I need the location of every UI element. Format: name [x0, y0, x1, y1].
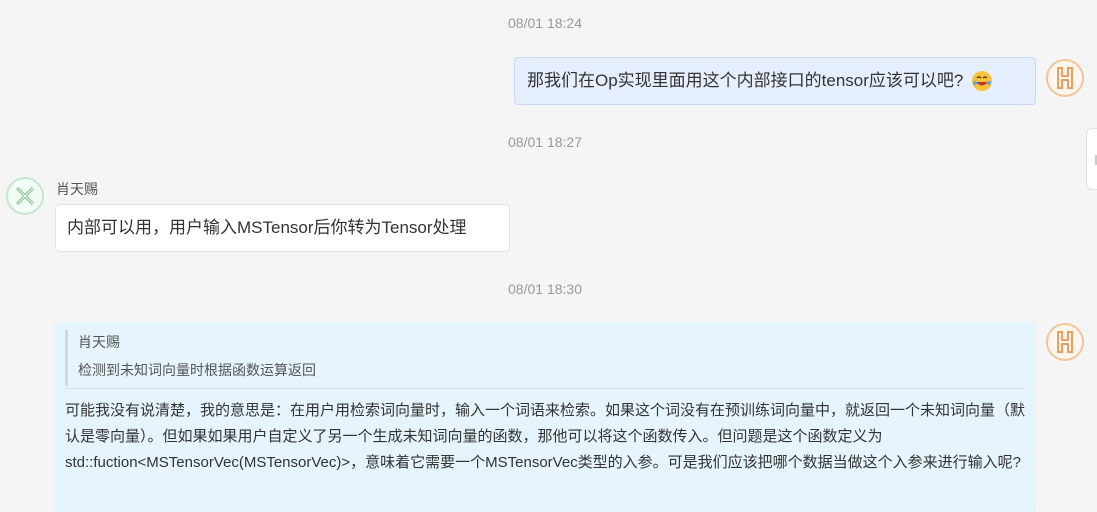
self-avatar[interactable] — [1046, 59, 1084, 97]
sender-name: 肖天赐 — [56, 181, 98, 197]
message-timestamp: 08/01 18:24 — [508, 15, 582, 31]
self-avatar-letter-icon — [1057, 331, 1073, 353]
message-text: 那我们在Op实现里面用这个内部接口的tensor应该可以吧? — [527, 71, 964, 90]
self-avatar-letter-icon — [1057, 67, 1073, 89]
message-text: 可能我没有说清楚，我的意思是：在用户用检索词向量时，输入一个词语来检索。如果这个… — [65, 402, 1026, 471]
self-avatar[interactable] — [1046, 323, 1084, 361]
incoming-message-bubble[interactable]: 内部可以用，用户输入MSTensor后你转为Tensor处理 — [55, 204, 510, 252]
quoted-message[interactable]: 肖天赐 检测到未知词向量时根据函数运算返回 — [65, 330, 1025, 386]
quote-divider — [65, 388, 1025, 389]
outgoing-reply-bubble[interactable]: 肖天赐 检测到未知词向量时根据函数运算返回 可能我没有说清楚，我的意思是：在用户… — [53, 322, 1036, 512]
message-timestamp: 08/01 18:27 — [508, 134, 582, 150]
contact-avatar-letter-icon — [15, 186, 35, 206]
quoted-sender-name: 肖天赐 — [78, 334, 120, 350]
contact-avatar[interactable] — [6, 177, 44, 215]
outgoing-message-bubble[interactable]: 那我们在Op实现里面用这个内部接口的tensor应该可以吧? — [514, 57, 1036, 105]
message-text: 内部可以用，用户输入MSTensor后你转为Tensor处理 — [67, 218, 467, 237]
quoted-text: 检测到未知词向量时根据函数运算返回 — [78, 362, 316, 378]
message-timestamp: 08/01 18:30 — [508, 281, 582, 297]
side-panel-toggle[interactable] — [1086, 128, 1097, 190]
laughing-face-icon — [971, 70, 993, 92]
